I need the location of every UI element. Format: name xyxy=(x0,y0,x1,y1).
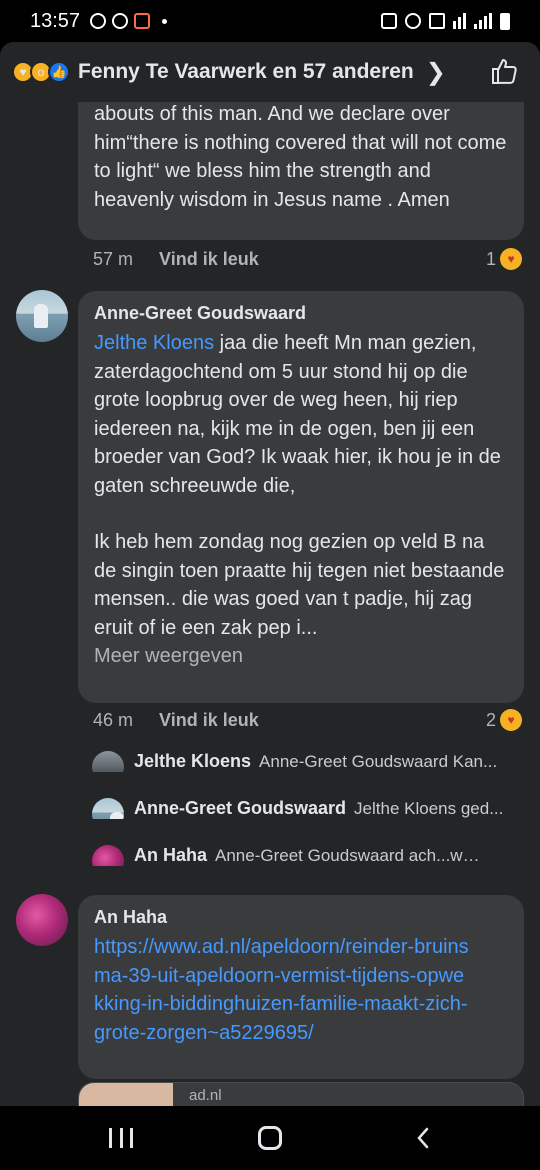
see-more-link[interactable]: Meer weergeven xyxy=(94,642,508,671)
comment-link[interactable]: https://www.ad.nl/apeldoorn/reinder-brui… xyxy=(94,933,474,1047)
alarm-icon xyxy=(112,13,129,29)
system-navigation-bar xyxy=(0,1106,540,1170)
reply-text: Anne-Greet Goudswaard Kan... xyxy=(259,751,498,771)
reaction-icons: ♥ o 👍 xyxy=(12,61,70,83)
reactions-header[interactable]: ♥ o 👍 Fenny Te Vaarwerk en 57 anderen ❯ xyxy=(0,42,540,102)
mute-icon xyxy=(429,13,445,29)
care-reaction-icon: ♥ xyxy=(500,248,523,270)
comments-list[interactable]: abouts of this man. And we declare over … xyxy=(0,42,540,1106)
comment-bubble[interactable]: abouts of this man. And we declare over … xyxy=(78,82,524,240)
like-reaction-icon: 👍 xyxy=(48,61,70,83)
link-preview-domain: ad.nl xyxy=(189,1087,222,1104)
reaction-count-number: 2 xyxy=(486,709,497,730)
comment-text-part: jaa die heeft Mn man gezien, zaterdagoch… xyxy=(94,332,501,497)
reaction-count[interactable]: 1 ♥ xyxy=(486,248,523,270)
comment-time: 46 m xyxy=(93,710,134,730)
link-preview-card[interactable]: ad.nl xyxy=(78,1082,524,1106)
comments-sheet: abouts of this man. And we declare over … xyxy=(0,42,540,1106)
reaction-count[interactable]: 2 ♥ xyxy=(486,709,523,731)
comment-bubble[interactable]: Anne-Greet Goudswaard Jelthe Kloens jaa … xyxy=(78,291,524,703)
comment-meta: 46 m Vind ik leuk xyxy=(93,710,259,731)
comment-author[interactable]: Anne-Greet Goudswaard xyxy=(94,301,508,325)
comment-text: abouts of this man. And we declare over … xyxy=(94,103,507,211)
recents-icon[interactable] xyxy=(109,1128,133,1148)
back-icon[interactable] xyxy=(412,1126,436,1150)
signal-icon xyxy=(474,13,492,29)
battery-icon xyxy=(500,12,510,30)
reactions-summary[interactable]: Fenny Te Vaarwerk en 57 anderen xyxy=(78,60,414,84)
shield-icon xyxy=(134,13,151,29)
reaction-count-number: 1 xyxy=(486,248,497,269)
status-system-icons xyxy=(381,12,510,30)
reply-author: Anne-Greet Goudswaard xyxy=(134,798,347,818)
care-reaction-icon: ♥ xyxy=(500,709,523,731)
comment-author[interactable]: An Haha xyxy=(94,905,508,929)
comment-meta: 57 m Vind ik leuk xyxy=(93,249,259,270)
avatar[interactable] xyxy=(16,894,68,946)
comment-text-paragraph: Ik heb hem zondag nog gezien op veld B n… xyxy=(94,531,505,639)
avatar[interactable] xyxy=(16,290,68,342)
like-button[interactable]: Vind ik leuk xyxy=(159,249,259,270)
reply-author: Jelthe Kloens xyxy=(134,751,252,771)
avatar xyxy=(92,751,124,772)
thumbs-up-icon[interactable] xyxy=(490,56,520,86)
messenger-icon xyxy=(90,13,107,29)
reply-author: An Haha xyxy=(134,845,208,865)
lock-icon xyxy=(381,13,397,29)
link-preview-thumbnail xyxy=(79,1083,173,1106)
alarm-clock-icon xyxy=(405,13,421,29)
like-button[interactable]: Vind ik leuk xyxy=(159,710,259,731)
more-notifications-icon xyxy=(162,18,168,24)
wifi-icon xyxy=(453,13,466,29)
status-time: 13:57 xyxy=(30,9,81,32)
avatar xyxy=(92,845,124,866)
comment-bubble[interactable]: An Haha https://www.ad.nl/apeldoorn/rein… xyxy=(78,895,524,1079)
status-bar: 13:57 xyxy=(0,0,540,42)
reply-preview[interactable]: Jelthe Kloens Anne-Greet Goudswaard Kan.… xyxy=(92,751,532,772)
chevron-right-icon[interactable]: ❯ xyxy=(426,58,446,87)
status-notification-icons xyxy=(90,13,168,29)
comment-time: 57 m xyxy=(93,249,134,269)
reply-preview[interactable]: An Haha Anne-Greet Goudswaard ach...wat.… xyxy=(92,845,532,866)
avatar xyxy=(92,798,124,819)
comment-text: Jelthe Kloens jaa die heeft Mn man gezie… xyxy=(94,329,508,500)
reply-text: Anne-Greet Goudswaard ach...wat... xyxy=(215,845,486,865)
mention-link[interactable]: Jelthe Kloens xyxy=(94,332,214,354)
home-icon[interactable] xyxy=(258,1126,282,1150)
reply-preview[interactable]: Anne-Greet Goudswaard Jelthe Kloens ged.… xyxy=(92,798,532,819)
reply-text: Jelthe Kloens ged... xyxy=(354,798,504,818)
